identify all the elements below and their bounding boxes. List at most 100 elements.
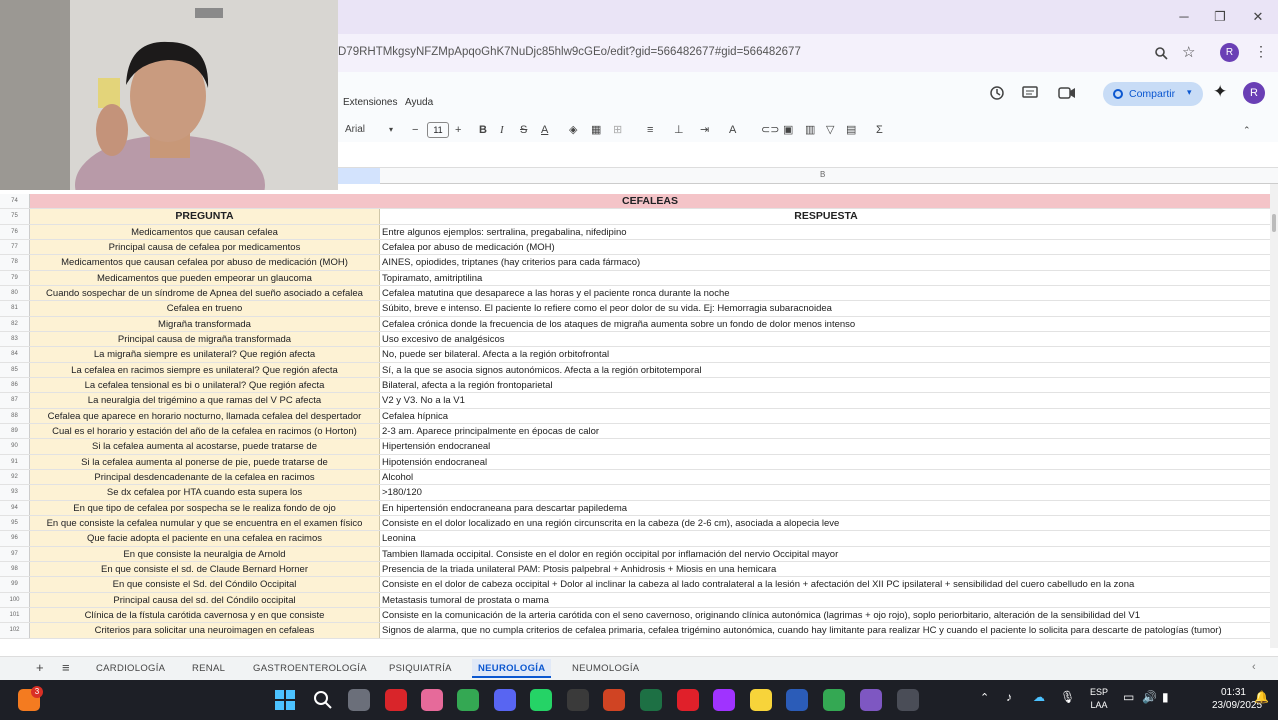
question-cell[interactable]: Medicamentos que causan cefalea por abus… <box>30 255 380 270</box>
notifications-bell-icon[interactable]: 🔔 <box>1254 690 1269 704</box>
answer-cell[interactable]: No, puede ser bilateral. Afecta a la reg… <box>380 347 1270 361</box>
row-number[interactable]: 87 <box>0 393 30 408</box>
row-number[interactable]: 77 <box>0 239 30 255</box>
row-number[interactable]: 85 <box>0 362 30 377</box>
row-number[interactable]: 80 <box>0 285 30 301</box>
row-number[interactable]: 100 <box>0 592 30 607</box>
copilot-icon[interactable] <box>421 689 443 711</box>
row-number[interactable]: 75 <box>0 209 30 224</box>
sheet-tab-2[interactable]: GASTROENTEROLOGÍA ▾ <box>247 659 373 692</box>
microphone-icon[interactable]: 🎙 <box>1060 690 1075 704</box>
explore-collapse-icon[interactable]: ‹ <box>1252 661 1256 673</box>
question-cell[interactable]: Si la cefalea aumenta al acostarse, pued… <box>30 439 380 454</box>
question-cell[interactable]: Principal desdencadenante de la cefalea … <box>30 469 380 485</box>
filter-views-icon[interactable]: ▤ <box>846 122 856 138</box>
question-cell[interactable]: Criterios para solicitar una neuroimagen… <box>30 623 380 638</box>
answer-cell[interactable]: 2-3 am. Aparece principalmente en épocas… <box>380 424 1270 438</box>
sheet-tab-5[interactable]: NEUMOLOGÍA ▾ <box>566 659 645 692</box>
discord-icon[interactable] <box>494 689 516 711</box>
add-sheet-button[interactable]: + <box>36 660 44 675</box>
row-number[interactable]: 96 <box>0 531 30 546</box>
opera-icon[interactable] <box>677 689 699 711</box>
row-number[interactable]: 88 <box>0 408 30 423</box>
question-cell[interactable]: Cual es el horario y estación del año de… <box>30 423 380 439</box>
insert-link-icon[interactable]: ⊂⊃ <box>761 122 779 138</box>
meet-icon[interactable] <box>1058 86 1080 100</box>
volume-icon[interactable]: 🔊 <box>1142 690 1157 704</box>
windows-start-icon[interactable] <box>274 689 296 711</box>
search-icon[interactable] <box>312 689 334 711</box>
column-b-header[interactable]: B <box>820 170 825 179</box>
minimize-button[interactable]: ─ <box>1172 8 1196 26</box>
answer-cell[interactable]: V2 y V3. No a la V1 <box>380 393 1270 407</box>
answer-cell[interactable]: Tambien llamada occipital. Consiste en e… <box>380 547 1270 561</box>
browser-menu-icon[interactable]: ⋮ <box>1254 43 1268 60</box>
answer-cell[interactable]: Metastasis tumoral de prostata o mama <box>380 593 1270 607</box>
sheet-tab-4[interactable]: NEUROLOGÍA ▾ <box>472 659 552 692</box>
question-cell[interactable]: La cefalea en racimos siempre es unilate… <box>30 362 380 377</box>
answer-cell[interactable]: Consiste en la comunicación de la arteri… <box>380 608 1270 622</box>
battery-icon[interactable]: ▮ <box>1162 690 1169 704</box>
answer-cell[interactable]: Hipotensión endocraneal <box>380 455 1270 469</box>
question-cell[interactable]: PREGUNTA <box>30 209 380 224</box>
question-cell[interactable]: En que consiste el sd. de Claude Bernard… <box>30 561 380 577</box>
sheet-tab-0[interactable]: CARDIOLOGÍA ▾ <box>90 659 171 692</box>
row-number[interactable]: 92 <box>0 469 30 485</box>
answer-cell[interactable]: Topiramato, amitriptilina <box>380 271 1270 285</box>
url-text[interactable]: D79RHTMkgsyNFZMpApqoGhK7NuDjc85hlw9cGEo/… <box>338 46 801 58</box>
tray-chevron-icon[interactable]: ⌃ <box>980 691 989 704</box>
row-number[interactable]: 74 <box>0 194 30 209</box>
word-icon[interactable] <box>786 689 808 711</box>
font-size-input[interactable]: 11 <box>427 122 449 138</box>
terminal-icon[interactable] <box>567 689 589 711</box>
question-cell[interactable]: Principal causa del sd. del Cóndilo occi… <box>30 592 380 607</box>
task-view-icon[interactable] <box>348 689 370 711</box>
answer-cell[interactable]: Bilateral, afecta a la región frontopari… <box>380 378 1270 392</box>
row-number[interactable]: 90 <box>0 439 30 454</box>
answer-cell[interactable]: Uso excesivo de analgésicos <box>380 332 1270 346</box>
collapse-toolbar-icon[interactable]: ⌃ <box>1243 122 1251 138</box>
answer-cell[interactable]: RESPUESTA <box>380 209 1270 223</box>
row-number[interactable]: 82 <box>0 316 30 331</box>
row-number[interactable]: 94 <box>0 500 30 515</box>
share-dropdown-chevron-icon[interactable]: ▾ <box>1187 87 1192 98</box>
row-number[interactable]: 78 <box>0 255 30 270</box>
insert-chart-icon[interactable]: ▥ <box>805 122 815 138</box>
question-cell[interactable]: En que consiste la cefalea numular y que… <box>30 515 380 531</box>
row-number[interactable]: 101 <box>0 607 30 623</box>
chrome-active-icon[interactable] <box>860 689 882 711</box>
row-number[interactable]: 98 <box>0 561 30 577</box>
system-clock[interactable]: 01:31 23/09/2025 <box>1212 686 1262 712</box>
question-cell[interactable]: Que facie adopta el paciente en una cefa… <box>30 531 380 546</box>
question-cell[interactable]: Principal causa de cefalea por medicamen… <box>30 239 380 255</box>
question-cell[interactable]: Se dx cefalea por HTA cuando esta supera… <box>30 485 380 500</box>
menu-help[interactable]: Ayuda <box>405 97 433 108</box>
obs-icon[interactable] <box>897 689 919 711</box>
row-number[interactable]: 95 <box>0 515 30 531</box>
row-number[interactable]: 79 <box>0 270 30 285</box>
chrome-profile-icon[interactable] <box>823 689 845 711</box>
sticky-notes-icon[interactable] <box>750 689 772 711</box>
bookmark-star-icon[interactable]: ☆ <box>1182 43 1195 61</box>
answer-cell[interactable]: Alcohol <box>380 470 1270 484</box>
row-number[interactable]: 99 <box>0 577 30 592</box>
docs-profile-avatar[interactable]: R <box>1243 82 1265 104</box>
question-cell[interactable]: En que consiste la neuralgia de Arnold <box>30 546 380 561</box>
row-number[interactable]: 81 <box>0 301 30 316</box>
answer-cell[interactable]: Cefalea hípnica <box>380 409 1270 423</box>
question-cell[interactable]: Migraña transformada <box>30 316 380 331</box>
italic-icon[interactable]: I <box>500 122 504 138</box>
text-rotation-icon[interactable]: A <box>729 122 736 138</box>
answer-cell[interactable]: Presencia de la triada unilateral PAM: P… <box>380 562 1270 576</box>
question-cell[interactable]: La migraña siempre es unilateral? Que re… <box>30 347 380 362</box>
row-number[interactable]: 83 <box>0 331 30 347</box>
question-cell[interactable]: En que tipo de cefalea por sospecha se l… <box>30 500 380 515</box>
close-button[interactable]: ✕ <box>1246 8 1270 26</box>
answer-cell[interactable]: >180/120 <box>380 485 1270 499</box>
font-family-select[interactable]: Arial <box>345 122 365 138</box>
merge-cells-icon[interactable]: ⊞ <box>613 122 622 138</box>
vertical-scrollbar[interactable] <box>1270 184 1278 648</box>
question-cell[interactable]: Cefalea que aparece en horario nocturno,… <box>30 408 380 423</box>
horizontal-align-icon[interactable]: ≡ <box>647 122 653 138</box>
answer-cell[interactable]: En hipertensión endocraneana para descar… <box>380 501 1270 515</box>
